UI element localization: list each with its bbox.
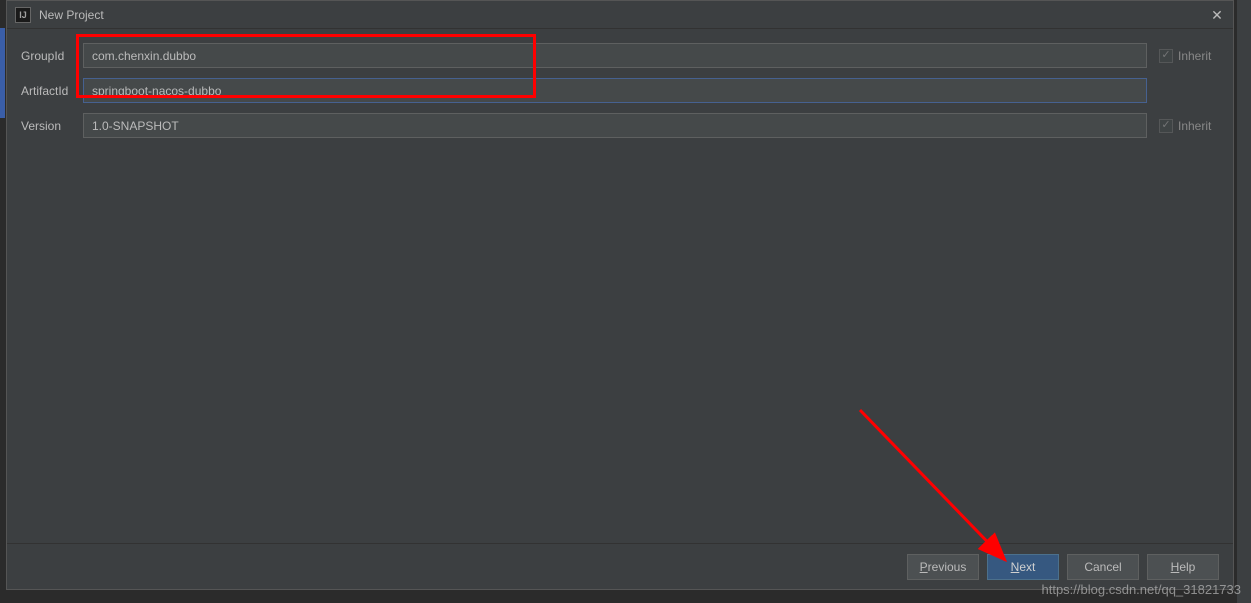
artifactid-label: ArtifactId — [21, 84, 83, 98]
ide-right-strip — [1236, 0, 1251, 603]
app-icon: IJ — [15, 7, 31, 23]
dialog-title: New Project — [39, 8, 104, 22]
dialog-footer: Previous Next Cancel Help — [7, 543, 1233, 589]
help-button[interactable]: Help — [1147, 554, 1219, 580]
version-inherit-checkbox — [1159, 119, 1173, 133]
next-button[interactable]: Next — [987, 554, 1059, 580]
groupid-input[interactable] — [83, 43, 1147, 68]
close-icon[interactable]: ✕ — [1209, 7, 1225, 23]
ide-left-selection — [0, 28, 5, 118]
groupid-inherit-label: Inherit — [1178, 49, 1211, 63]
version-inherit-label: Inherit — [1178, 119, 1211, 133]
artifactid-row: ArtifactId Inherit — [21, 78, 1219, 103]
version-input[interactable] — [83, 113, 1147, 138]
new-project-dialog: IJ New Project ✕ GroupId Inherit Artifac… — [6, 0, 1234, 590]
version-row: Version Inherit — [21, 113, 1219, 138]
groupid-label: GroupId — [21, 49, 83, 63]
previous-button[interactable]: Previous — [907, 554, 979, 580]
version-label: Version — [21, 119, 83, 133]
version-inherit-wrap: Inherit — [1159, 119, 1219, 133]
dialog-content: GroupId Inherit ArtifactId Inherit Versi… — [7, 29, 1233, 543]
artifactid-input[interactable] — [83, 78, 1147, 103]
groupid-row: GroupId Inherit — [21, 43, 1219, 68]
groupid-inherit-checkbox — [1159, 49, 1173, 63]
dialog-titlebar: IJ New Project ✕ — [7, 1, 1233, 29]
groupid-inherit-wrap: Inherit — [1159, 49, 1219, 63]
cancel-button[interactable]: Cancel — [1067, 554, 1139, 580]
